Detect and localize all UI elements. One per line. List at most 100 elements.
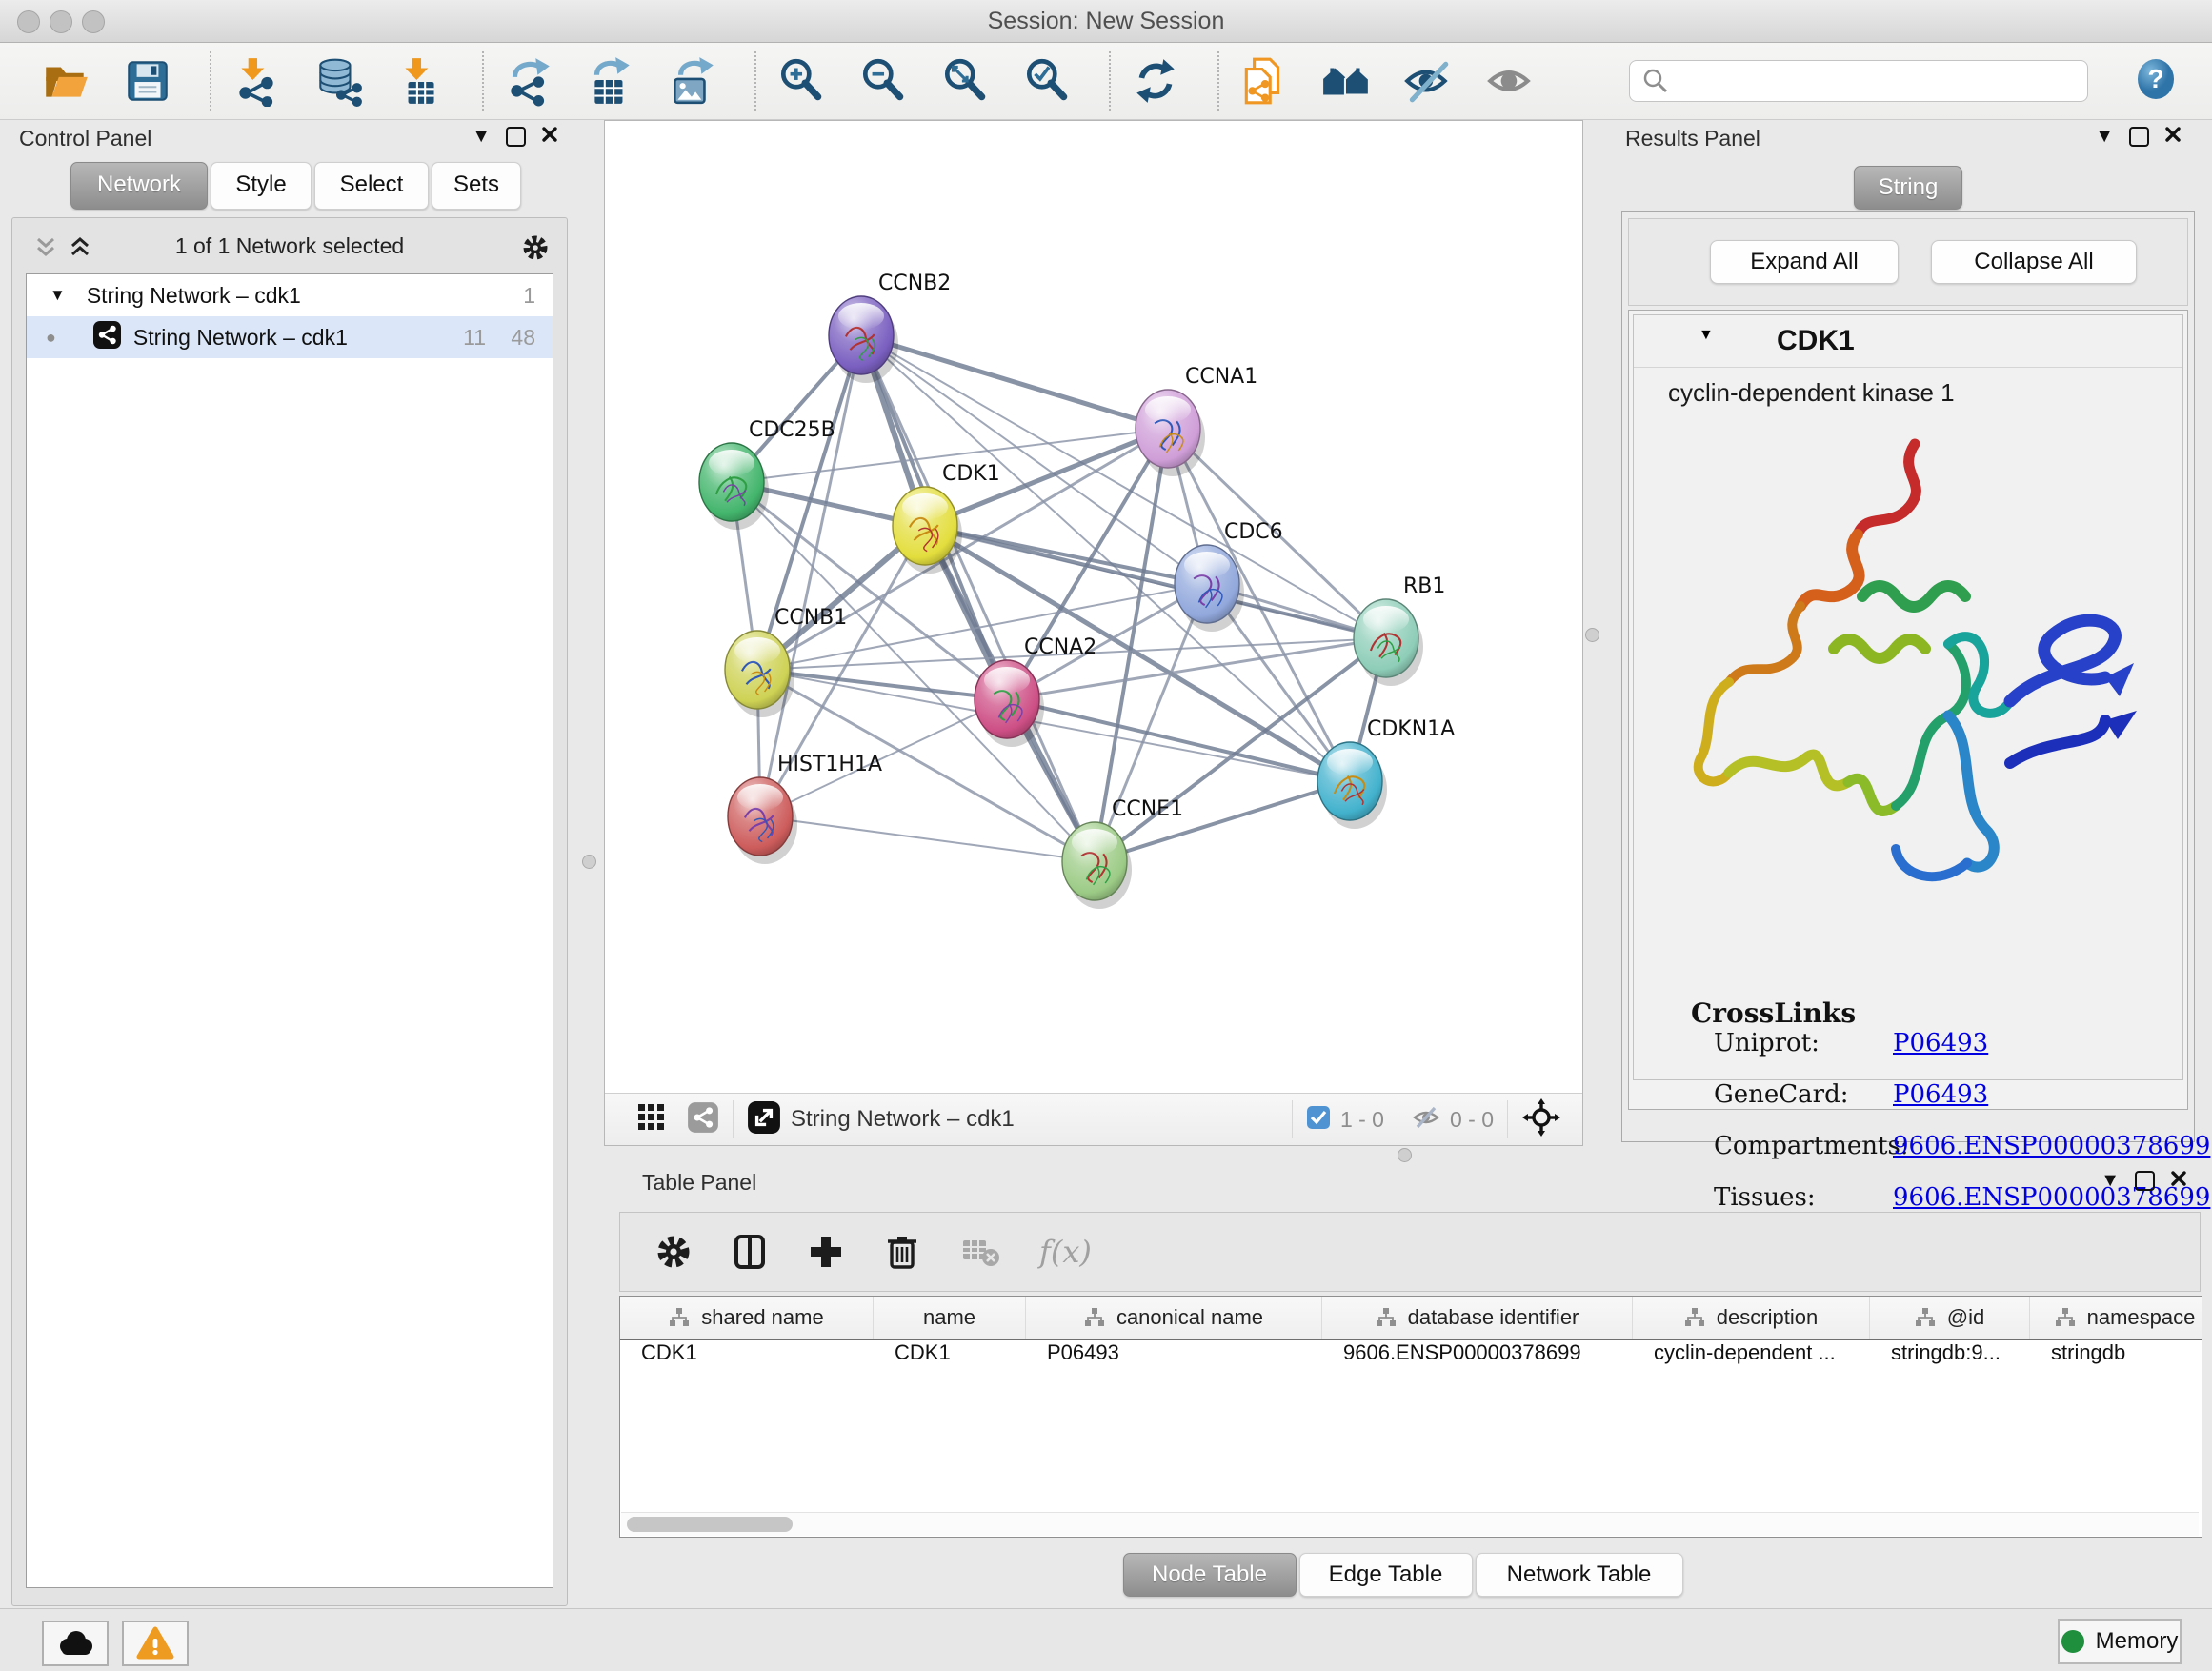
node-CDKN1A[interactable] (1317, 742, 1387, 829)
node-CDK1[interactable] (893, 487, 962, 574)
network-options-gear-icon[interactable] (521, 233, 550, 267)
import-network-icon[interactable] (231, 54, 282, 108)
panel-float-icon[interactable]: ▼ (472, 126, 491, 148)
panel-float-icon[interactable]: ▼ (2095, 126, 2114, 148)
clone-network-icon[interactable] (1238, 54, 1290, 108)
edge-CDKN1A-CCNE1 (1095, 781, 1350, 861)
column-header-database-identifier[interactable]: database identifier (1322, 1297, 1633, 1339)
bottom-splitter-handle[interactable] (1398, 1148, 1412, 1162)
network-canvas[interactable]: CCNB2CCNA1CDC25BCDK1CDC6RB1CCNB1CCNA2CDK… (605, 121, 1582, 1094)
network-row[interactable]: ● String Network – cdk1 11 48 (27, 316, 553, 358)
zoom-selected-icon[interactable] (1021, 54, 1073, 108)
column-header-canonical-name[interactable]: canonical name (1026, 1297, 1322, 1339)
tab-network-table[interactable]: Network Table (1476, 1553, 1683, 1597)
node-CCNB2[interactable] (829, 296, 898, 383)
help-icon[interactable]: ? (2134, 57, 2178, 106)
gene-expander-icon[interactable]: ▼ (1699, 327, 1714, 344)
crosslink-link[interactable]: P06493 (1893, 1029, 1988, 1057)
export-table-icon[interactable] (585, 54, 636, 108)
expand-all-button[interactable]: Expand All (1710, 240, 1899, 284)
birds-eye-view-icon[interactable] (1521, 1097, 1561, 1142)
hidden-eye-icon[interactable] (1412, 1103, 1440, 1137)
create-column-icon[interactable] (807, 1233, 845, 1271)
refresh-icon[interactable] (1130, 54, 1181, 108)
table-hscrollbar[interactable] (621, 1512, 2199, 1536)
delete-column-icon[interactable] (883, 1233, 921, 1271)
tab-sets[interactable]: Sets (432, 162, 521, 210)
crosslink-row: Uniprot: P06493 (1634, 1029, 2182, 1080)
tab-style[interactable]: Style (211, 162, 312, 210)
zoom-fit-icon[interactable] (939, 54, 991, 108)
table-row[interactable]: CDK1CDK1P064939606.ENSP00000378699cyclin… (620, 1340, 2202, 1379)
svg-text:?: ? (2147, 64, 2163, 93)
table-options-gear-icon[interactable] (654, 1233, 693, 1271)
crosslink-label: Uniprot: (1714, 1029, 1820, 1057)
tab-string[interactable]: String (1854, 166, 1962, 210)
left-splitter-handle[interactable] (582, 855, 596, 869)
first-neighbors-icon[interactable] (1320, 54, 1372, 108)
node-CCNE1[interactable] (1062, 822, 1132, 909)
export-image-icon[interactable] (667, 54, 718, 108)
node-CDC25B[interactable] (699, 443, 769, 530)
collapse-all-button[interactable]: Collapse All (1931, 240, 2137, 284)
right-splitter-handle[interactable] (1585, 628, 1599, 642)
column-header-label: database identifier (1408, 1305, 1579, 1330)
hide-selected-icon[interactable] (1402, 54, 1454, 108)
detach-view-icon[interactable] (747, 1100, 781, 1139)
panel-maximize-icon[interactable] (506, 127, 526, 147)
network-share-view-icon[interactable] (687, 1101, 719, 1138)
crosslink-link[interactable]: P06493 (1893, 1080, 1988, 1109)
column-header-namespace[interactable]: namespace (2030, 1297, 2202, 1339)
toolbar-separator (482, 51, 484, 111)
network-tree: ▼ String Network – cdk1 1 ● String Netwo… (26, 273, 553, 1588)
gene-header-row[interactable]: ▼ CDK1 (1634, 315, 2182, 368)
grid-view-icon[interactable] (637, 1103, 666, 1137)
column-header-label: name (923, 1305, 975, 1330)
memory-button[interactable]: Memory (2058, 1619, 2182, 1664)
zoom-in-icon[interactable] (775, 54, 827, 108)
zoom-out-icon[interactable] (857, 54, 909, 108)
panel-close-icon[interactable] (541, 126, 558, 148)
import-database-icon[interactable] (312, 54, 364, 108)
scrollbar-thumb[interactable] (627, 1517, 793, 1532)
column-header-name[interactable]: name (874, 1297, 1026, 1339)
node-label-CCNA2: CCNA2 (1024, 635, 1096, 659)
search-icon (1640, 67, 1671, 102)
selected-checkbox-icon[interactable] (1306, 1105, 1331, 1135)
results-panel: Results Panel ▼ String Expand All Collap… (1610, 120, 2206, 1140)
cloud-status-button[interactable] (42, 1621, 109, 1666)
tab-network[interactable]: Network (70, 162, 208, 210)
show-all-icon[interactable] (1484, 54, 1536, 108)
panel-float-icon[interactable]: ▼ (2101, 1170, 2120, 1192)
tab-edge-table[interactable]: Edge Table (1299, 1553, 1473, 1597)
show-columns-icon[interactable] (731, 1233, 769, 1271)
node-RB1[interactable] (1354, 599, 1423, 686)
node-HIST1H1A[interactable] (728, 777, 797, 864)
node-label-HIST1H1A: HIST1H1A (777, 753, 882, 776)
table-cell: stringdb (2030, 1340, 2202, 1379)
column-header-@id[interactable]: @id (1870, 1297, 2030, 1339)
panel-maximize-icon[interactable] (2129, 127, 2149, 147)
memory-label: Memory (2096, 1628, 2179, 1655)
node-CCNA2[interactable] (975, 660, 1044, 747)
export-network-icon[interactable] (503, 54, 554, 108)
network-collection-row[interactable]: ▼ String Network – cdk1 1 (27, 274, 553, 316)
warnings-button[interactable] (122, 1621, 189, 1666)
open-file-icon[interactable] (40, 54, 91, 108)
import-table-icon[interactable] (394, 54, 446, 108)
column-type-icon (1084, 1307, 1105, 1328)
panel-close-icon[interactable] (2170, 1170, 2187, 1192)
tree-expander-icon[interactable]: ▼ (50, 286, 66, 305)
tab-node-table[interactable]: Node Table (1123, 1553, 1297, 1597)
column-header-label: @id (1947, 1305, 1984, 1330)
column-header-shared-name[interactable]: shared name (620, 1297, 874, 1339)
network-view: CCNB2CCNA1CDC25BCDK1CDC6RB1CCNB1CCNA2CDK… (604, 120, 1583, 1146)
title-bar: Session: New Session (0, 0, 2212, 43)
panel-maximize-icon[interactable] (2135, 1171, 2155, 1191)
save-session-icon[interactable] (122, 54, 173, 108)
tab-select[interactable]: Select (314, 162, 429, 210)
panel-close-icon[interactable] (2164, 126, 2182, 148)
control-panel: Control Panel ▼ NetworkStyleSelectSets 1… (8, 120, 572, 1608)
column-header-description[interactable]: description (1633, 1297, 1870, 1339)
search-input[interactable] (1629, 60, 2088, 102)
